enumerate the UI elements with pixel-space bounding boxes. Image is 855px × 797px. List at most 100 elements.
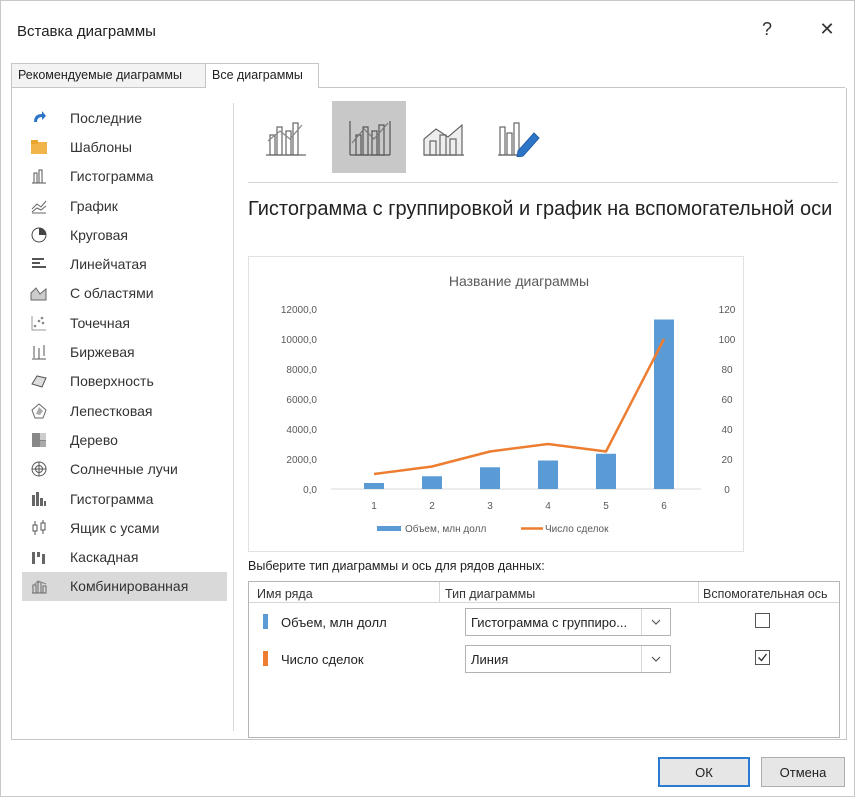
subtype-clustered-column-line[interactable]	[248, 101, 322, 173]
series-name: Объем, млн долл	[281, 615, 387, 630]
sidebar-item-line-chart[interactable]: График	[22, 191, 227, 220]
sidebar-item-column-chart[interactable]: Гистограмма	[22, 162, 227, 191]
sidebar-item-label: Шаблоны	[70, 138, 132, 155]
sidebar-item-pie-chart[interactable]: Круговая	[22, 220, 227, 249]
sidebar-item-folder[interactable]: Шаблоны	[22, 132, 227, 161]
combo-subtype-gallery	[248, 98, 838, 176]
vertical-divider	[233, 103, 234, 731]
y-secondary-tick-label: 80	[721, 365, 733, 376]
sidebar-item-label: Ящик с усами	[70, 519, 160, 536]
sidebar-item-label: Гистограмма	[70, 168, 154, 185]
sidebar-item-stock-chart[interactable]: Биржевая	[22, 337, 227, 366]
close-button[interactable]: ✕	[815, 19, 839, 40]
y-primary-tick-label: 2000,0	[286, 455, 317, 466]
x-tick-label: 3	[487, 501, 493, 512]
combo-column-line-icon	[266, 122, 306, 156]
y-primary-tick-label: 8000,0	[286, 365, 317, 376]
line-deals-series	[373, 338, 666, 476]
dialog-body: Последние Шаблоны Гистограмма График Кругова…	[11, 88, 847, 740]
secondary-axis-checkbox[interactable]	[755, 613, 770, 628]
surface-chart-icon	[30, 372, 48, 390]
sidebar-item-label: Круговая	[70, 226, 129, 243]
histogram-chart-icon	[30, 490, 48, 508]
header-series-name: Имя ряда	[257, 587, 313, 601]
series-prompt: Выберите тип диаграммы и ось для рядов д…	[248, 559, 545, 573]
chart-title: Название диаграммы	[449, 273, 589, 289]
box-whisker-chart-icon	[30, 519, 48, 537]
sidebar-item-sunburst-chart[interactable]: Солнечные лучи	[22, 455, 227, 484]
sidebar-item-label: Последние	[70, 109, 143, 126]
tab-bar: Рекомендуемые диаграммы Все диаграммы	[11, 63, 845, 88]
sidebar-item-label: Дерево	[70, 431, 118, 448]
combo-chart: Название диаграммы 0,0 2000,0 4000,0 6000,0 8…	[281, 273, 736, 535]
sidebar-item-label: График	[70, 197, 118, 214]
y-secondary-tick-label: 60	[721, 395, 733, 406]
sidebar-item-waterfall-chart[interactable]: Каскадная	[22, 542, 227, 571]
sidebar-item-bar-chart[interactable]: Линейчатая	[22, 249, 227, 278]
y-secondary-tick-label: 40	[721, 425, 733, 436]
sidebar-item-label: Поверхность	[70, 373, 154, 390]
sidebar-item-surface-chart[interactable]: Поверхность	[22, 367, 227, 396]
chevron-down-icon[interactable]	[641, 646, 670, 672]
header-chart-type: Тип диаграммы	[445, 587, 536, 601]
column-chart-icon	[30, 167, 48, 185]
sidebar-item-treemap-chart[interactable]: Дерево	[22, 425, 227, 454]
y-primary-tick-label: 4000,0	[286, 425, 317, 436]
sidebar-item-histogram-chart[interactable]: Гистограмма	[22, 484, 227, 513]
x-tick-label: 2	[429, 501, 435, 512]
sidebar-item-label: Комбинированная	[70, 578, 189, 595]
radar-chart-icon	[30, 402, 48, 420]
tab-all-charts[interactable]: Все диаграммы	[205, 63, 319, 88]
series-row: Число сделок Линия	[249, 642, 839, 676]
y-secondary-tick-label: 100	[719, 335, 736, 346]
x-tick-label: 4	[545, 501, 551, 512]
help-button[interactable]: ?	[755, 19, 779, 40]
sunburst-chart-icon	[30, 460, 48, 478]
subtype-clustered-column-line-secondary-axis[interactable]	[332, 101, 406, 173]
secondary-axis-checkbox[interactable]	[755, 650, 770, 665]
subtype-heading: Гистограмма с группировкой и график на в…	[248, 198, 833, 220]
y-secondary-tick-label: 20	[721, 455, 733, 466]
insert-chart-dialog: Вставка диаграммы ? ✕ Рекомендуемые диаг…	[0, 0, 855, 797]
bar-volume-3	[480, 467, 500, 489]
checkmark-icon	[758, 653, 768, 662]
sidebar-item-area-chart[interactable]: С областями	[22, 279, 227, 308]
sidebar-item-label: Линейчатая	[70, 256, 147, 273]
waterfall-chart-icon	[30, 548, 48, 566]
sidebar-item-combo-chart[interactable]: Комбинированная	[22, 571, 227, 602]
sidebar-item-label: Каскадная	[70, 549, 139, 566]
series-name: Число сделок	[281, 652, 364, 667]
line-chart-icon	[30, 197, 48, 215]
stock-chart-icon	[30, 343, 48, 361]
subtype-stacked-area-column[interactable]	[406, 101, 480, 173]
subtype-custom-combination[interactable]	[480, 101, 554, 173]
header-secondary-axis: Вспомогательная ось	[703, 587, 828, 601]
sidebar-item-radar-chart[interactable]: Лепестковая	[22, 396, 227, 425]
folder-icon	[30, 138, 48, 156]
sidebar-item-label: Гистограмма	[70, 490, 154, 507]
header-divider	[249, 602, 839, 603]
y-primary-tick-label: 10000,0	[281, 335, 318, 346]
chart-type-dropdown[interactable]: Гистограмма с группиро...	[465, 608, 671, 636]
scatter-chart-icon	[30, 314, 48, 332]
sidebar-item-recent[interactable]: Последние	[22, 103, 227, 132]
chart-preview: Название диаграммы 0,0 2000,0 4000,0 6000,0 8…	[248, 256, 744, 552]
cancel-button[interactable]: Отмена	[761, 757, 845, 787]
tab-recommended-charts[interactable]: Рекомендуемые диаграммы	[11, 63, 206, 87]
ok-button[interactable]: ОК	[658, 757, 750, 787]
chevron-down-icon[interactable]	[641, 609, 670, 635]
y-primary-tick-label: 6000,0	[286, 395, 317, 406]
combo-area-column-icon	[423, 123, 464, 156]
area-chart-icon	[30, 284, 48, 302]
legend-swatch-volume	[377, 526, 401, 531]
bar-volume-2	[422, 476, 442, 489]
sidebar-item-box-whisker-chart[interactable]: Ящик с усами	[22, 513, 227, 542]
y-primary-tick-label: 12000,0	[281, 305, 318, 316]
sidebar-item-scatter-chart[interactable]: Точечная	[22, 308, 227, 337]
legend-label-volume: Объем, млн долл	[405, 523, 486, 535]
bar-chart-icon	[30, 255, 48, 273]
series-color-marker	[263, 651, 268, 666]
chart-type-dropdown[interactable]: Линия	[465, 645, 671, 673]
sidebar-item-label: С областями	[70, 285, 154, 302]
x-tick-label: 1	[371, 501, 377, 512]
